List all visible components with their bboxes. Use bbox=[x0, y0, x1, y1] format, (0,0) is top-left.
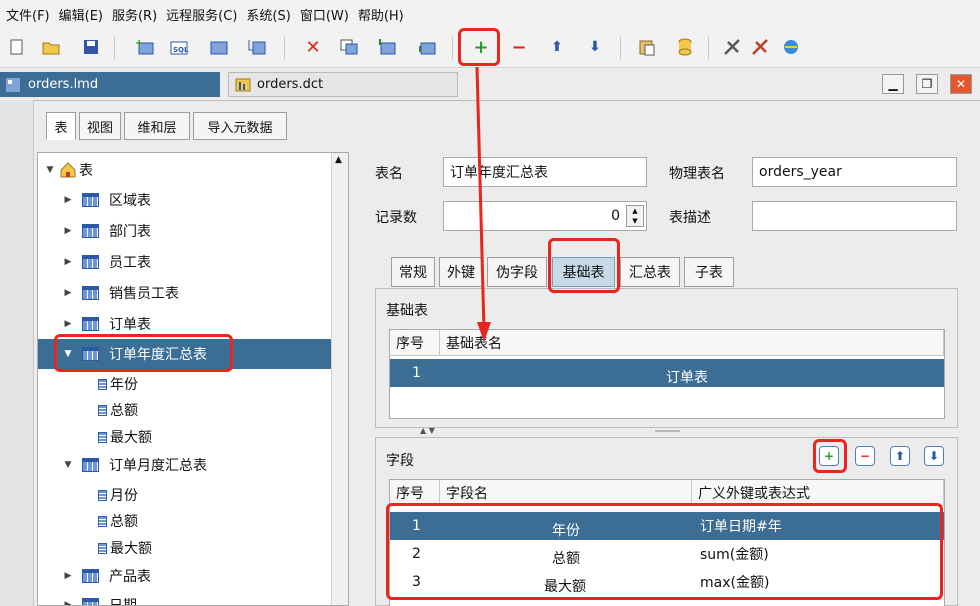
arrow-line bbox=[475, 66, 486, 331]
annotation-arrow bbox=[475, 66, 491, 342]
arrow-head bbox=[477, 322, 491, 342]
